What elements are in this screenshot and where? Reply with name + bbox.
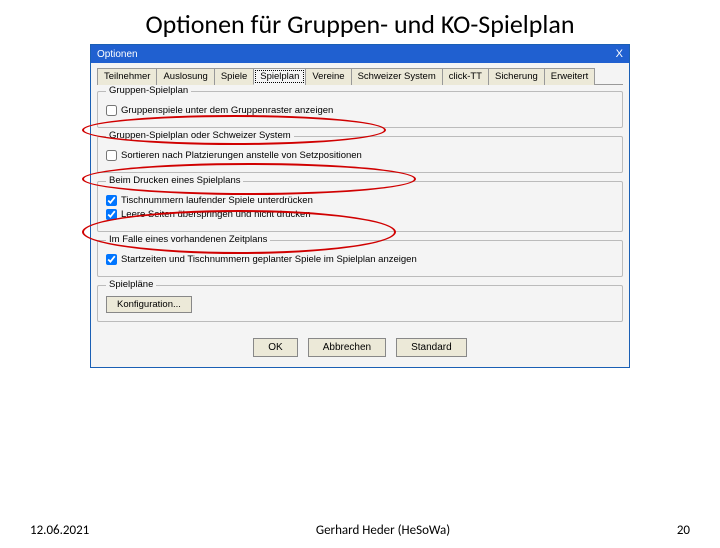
- tab-teilnehmer[interactable]: Teilnehmer: [97, 68, 157, 85]
- group-sortieren: Gruppen-Spielplan oder Schweizer System …: [97, 136, 623, 173]
- ok-button[interactable]: OK: [253, 338, 297, 357]
- tab-spielplan[interactable]: Spielplan: [253, 68, 306, 85]
- label-g4-cb1: Startzeiten und Tischnummern geplanter S…: [121, 254, 417, 265]
- tab-sicherung[interactable]: Sicherung: [488, 68, 545, 85]
- options-dialog: Optionen X Teilnehmer Auslosung Spiele S…: [90, 44, 630, 368]
- footer-page: 20: [677, 523, 690, 538]
- label-g3-cb1: Tischnummern laufender Spiele unterdrück…: [121, 195, 313, 206]
- tab-spiele[interactable]: Spiele: [214, 68, 254, 85]
- legend-g1: Gruppen-Spielplan: [106, 85, 191, 96]
- group-spielplaene: Spielpläne Konfiguration...: [97, 285, 623, 322]
- group-gruppen-spielplan: Gruppen-Spielplan Gruppenspiele unter de…: [97, 91, 623, 128]
- tab-erweitert[interactable]: Erweitert: [544, 68, 595, 85]
- checkbox-startzeiten-anzeigen[interactable]: [106, 254, 117, 265]
- close-icon[interactable]: X: [616, 48, 623, 60]
- label-g1-cb1: Gruppenspiele unter dem Gruppenraster an…: [121, 105, 333, 116]
- tab-clicktt[interactable]: click-TT: [442, 68, 489, 85]
- titlebar: Optionen X: [91, 45, 629, 63]
- slide-title: Optionen für Gruppen- und KO-Spielplan: [0, 8, 720, 40]
- checkbox-tischnummern-unterdruecken[interactable]: [106, 195, 117, 206]
- checkbox-leere-seiten[interactable]: [106, 209, 117, 220]
- checkbox-row-g1-1[interactable]: Gruppenspiele unter dem Gruppenraster an…: [106, 105, 614, 116]
- tab-vereine[interactable]: Vereine: [305, 68, 351, 85]
- footer-date: 12.06.2021: [30, 523, 89, 538]
- tab-bar: Teilnehmer Auslosung Spiele Spielplan Ve…: [97, 67, 623, 85]
- legend-g3: Beim Drucken eines Spielplans: [106, 175, 243, 186]
- standard-button[interactable]: Standard: [396, 338, 467, 357]
- footer-author: Gerhard Heder (HeSoWa): [316, 523, 450, 538]
- label-g2-cb1: Sortieren nach Platzierungen anstelle vo…: [121, 150, 362, 161]
- checkbox-row-g2-1[interactable]: Sortieren nach Platzierungen anstelle vo…: [106, 150, 614, 161]
- checkbox-gruppenspiele-anzeigen[interactable]: [106, 105, 117, 116]
- dialog-title: Optionen: [97, 49, 138, 60]
- checkbox-sortieren-platzierungen[interactable]: [106, 150, 117, 161]
- checkbox-row-g4-1[interactable]: Startzeiten und Tischnummern geplanter S…: [106, 254, 614, 265]
- label-g3-cb2: Leere Seiten überspringen und nicht druc…: [121, 209, 311, 220]
- checkbox-row-g3-2[interactable]: Leere Seiten überspringen und nicht druc…: [106, 209, 614, 220]
- legend-g5: Spielpläne: [106, 279, 156, 290]
- group-drucken: Beim Drucken eines Spielplans Tischnumme…: [97, 181, 623, 232]
- konfiguration-button[interactable]: Konfiguration...: [106, 296, 192, 313]
- dialog-button-row: OK Abbrechen Standard: [97, 330, 623, 361]
- group-zeitplan: Im Falle eines vorhandenen Zeitplans Sta…: [97, 240, 623, 277]
- legend-g2: Gruppen-Spielplan oder Schweizer System: [106, 130, 294, 141]
- cancel-button[interactable]: Abbrechen: [308, 338, 386, 357]
- checkbox-row-g3-1[interactable]: Tischnummern laufender Spiele unterdrück…: [106, 195, 614, 206]
- tab-schweizer[interactable]: Schweizer System: [351, 68, 443, 85]
- slide-footer: 12.06.2021 Gerhard Heder (HeSoWa) 20: [0, 523, 720, 538]
- legend-g4: Im Falle eines vorhandenen Zeitplans: [106, 234, 270, 245]
- tab-auslosung[interactable]: Auslosung: [156, 68, 214, 85]
